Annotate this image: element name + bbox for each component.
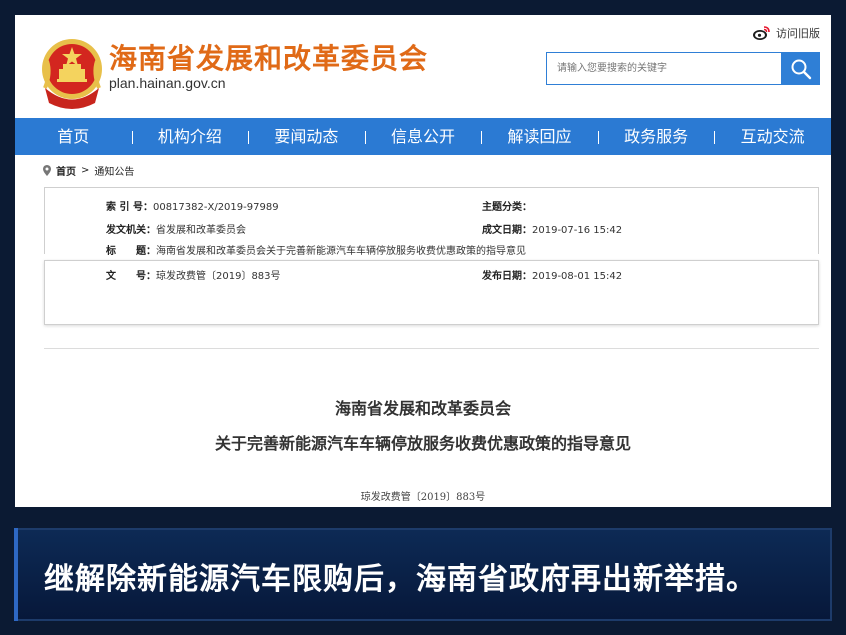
caption-text: 继解除新能源汽车限购后，海南省政府再出新举措。 <box>44 562 757 597</box>
document-title: 关于完善新能源汽车车辆停放服务收费优惠政策的指导意见 <box>214 434 631 453</box>
meta-index-value: 00817382-X/2019-97989 <box>152 202 279 213</box>
site-title[interactable]: 海南省发展和改革委员会 <box>109 37 428 77</box>
meta-index-label: 索 引 号： <box>106 202 153 213</box>
meta-published: 发布日期：2019-08-01 15:42 <box>482 267 622 282</box>
location-pin-icon <box>43 165 51 176</box>
breadcrumb-home[interactable]: 首页 <box>56 163 76 178</box>
national-emblem-logo <box>42 39 102 109</box>
nav-item-interaction[interactable]: 互动交流 <box>714 118 831 155</box>
document-meta-box: 索 引 号：00817382-X/2019-97989 主题分类： 发文机关：省… <box>44 187 819 257</box>
nav-item-home[interactable]: 首页 <box>15 118 132 155</box>
breadcrumb: 首页 > 通知公告 <box>43 163 134 178</box>
meta-docno-value: 琼发改费管〔2019〕883号 <box>156 271 281 282</box>
caption-banner: 继解除新能源汽车限购后，海南省政府再出新举措。 <box>14 528 832 621</box>
nav-item-services[interactable]: 政务服务 <box>597 118 715 155</box>
main-nav: 首页 机构介绍 要闻动态 信息公开 解读回应 政务服务 互动交流 <box>15 118 831 155</box>
meta-created-value: 2019-07-16 15:42 <box>532 225 623 236</box>
nav-item-interpretation[interactable]: 解读回应 <box>481 118 598 155</box>
meta-topic-label: 主题分类： <box>482 202 532 213</box>
breadcrumb-separator: > <box>81 165 90 176</box>
search-icon <box>791 59 812 79</box>
meta-created-label: 成文日期： <box>482 225 532 236</box>
meta-issuer: 发文机关：省发展和改革委员会 <box>106 221 246 236</box>
meta-index: 索 引 号：00817382-X/2019-97989 <box>106 198 279 213</box>
breadcrumb-current[interactable]: 通知公告 <box>94 163 134 178</box>
meta-docno: 文 号：琼发改费管〔2019〕883号 <box>106 267 281 282</box>
content-divider <box>44 348 819 349</box>
meta-published-value: 2019-08-01 15:42 <box>532 271 623 282</box>
old-site-link-group[interactable]: 访问旧版 <box>752 25 820 41</box>
nav-item-disclosure[interactable]: 信息公开 <box>364 118 482 155</box>
meta-title-label: 标 题： <box>106 246 156 257</box>
search-input[interactable] <box>546 52 782 85</box>
meta-issuer-value: 省发展和改革委员会 <box>156 225 246 236</box>
search-button[interactable] <box>782 52 820 85</box>
meta-topic: 主题分类： <box>482 198 532 213</box>
document-number: 琼发改费管〔2019〕883号 <box>360 492 486 503</box>
weibo-icon[interactable] <box>752 25 770 41</box>
meta-published-label: 发布日期： <box>482 271 532 282</box>
browser-page: 海南省发展和改革委员会 plan.hainan.gov.cn 访问旧版 首页 机… <box>15 15 831 507</box>
nav-item-news[interactable]: 要闻动态 <box>248 118 365 155</box>
meta-title: 标 题：海南省发展和改革委员会关于完善新能源汽车车辆停放服务收费优惠政策的指导意… <box>106 242 526 257</box>
meta-issuer-label: 发文机关： <box>106 225 156 236</box>
site-url: plan.hainan.gov.cn <box>109 75 226 91</box>
meta-created: 成文日期：2019-07-16 15:42 <box>482 221 622 236</box>
document-org-heading: 海南省发展和改革委员会 <box>334 399 511 418</box>
old-site-link[interactable]: 访问旧版 <box>776 25 820 41</box>
meta-title-value: 海南省发展和改革委员会关于完善新能源汽车车辆停放服务收费优惠政策的指导意见 <box>156 246 526 257</box>
nav-item-about[interactable]: 机构介绍 <box>131 118 249 155</box>
meta-docno-label: 文 号： <box>106 271 156 282</box>
document-meta-box-lower: 文 号：琼发改费管〔2019〕883号 发布日期：2019-08-01 15:4… <box>44 260 819 325</box>
